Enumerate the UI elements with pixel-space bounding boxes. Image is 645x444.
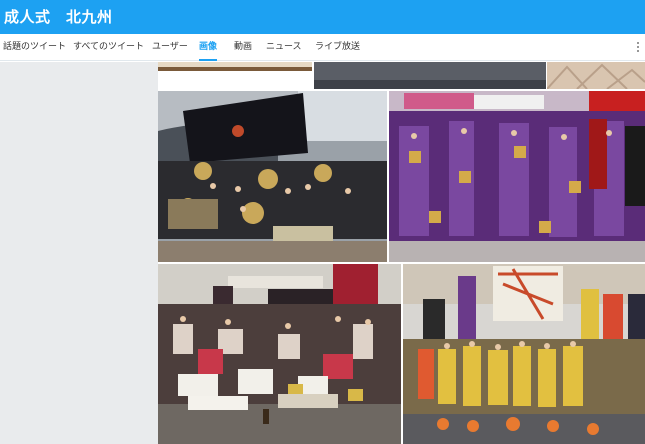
image-tile[interactable]	[158, 264, 401, 444]
tab-bar: 話題のツイート すべてのツイート ユーザー 画像 動画 ニュース ライブ放送	[0, 34, 645, 61]
tab-all-tweets[interactable]: すべてのツイート	[73, 34, 144, 61]
image-tile[interactable]	[158, 91, 387, 262]
tab-videos[interactable]: 動画	[234, 34, 252, 61]
image-tile[interactable]	[158, 62, 312, 71]
tab-popular-tweets[interactable]: 話題のツイート	[3, 34, 66, 61]
tab-images[interactable]: 画像	[199, 34, 218, 61]
search-title: 成人式 北九州	[4, 8, 113, 26]
image-grid	[158, 62, 645, 444]
tab-news[interactable]: ニュース	[266, 34, 302, 61]
image-tile[interactable]	[314, 62, 546, 89]
tab-live[interactable]: ライブ放送	[315, 34, 360, 61]
image-tile[interactable]	[389, 91, 645, 262]
image-tile[interactable]	[403, 264, 645, 444]
app-header: 成人式 北九州	[0, 0, 645, 34]
image-tile[interactable]	[547, 62, 645, 89]
more-vertical-icon[interactable]	[635, 40, 641, 54]
sidebar	[0, 62, 158, 444]
tab-users[interactable]: ユーザー	[152, 34, 188, 61]
